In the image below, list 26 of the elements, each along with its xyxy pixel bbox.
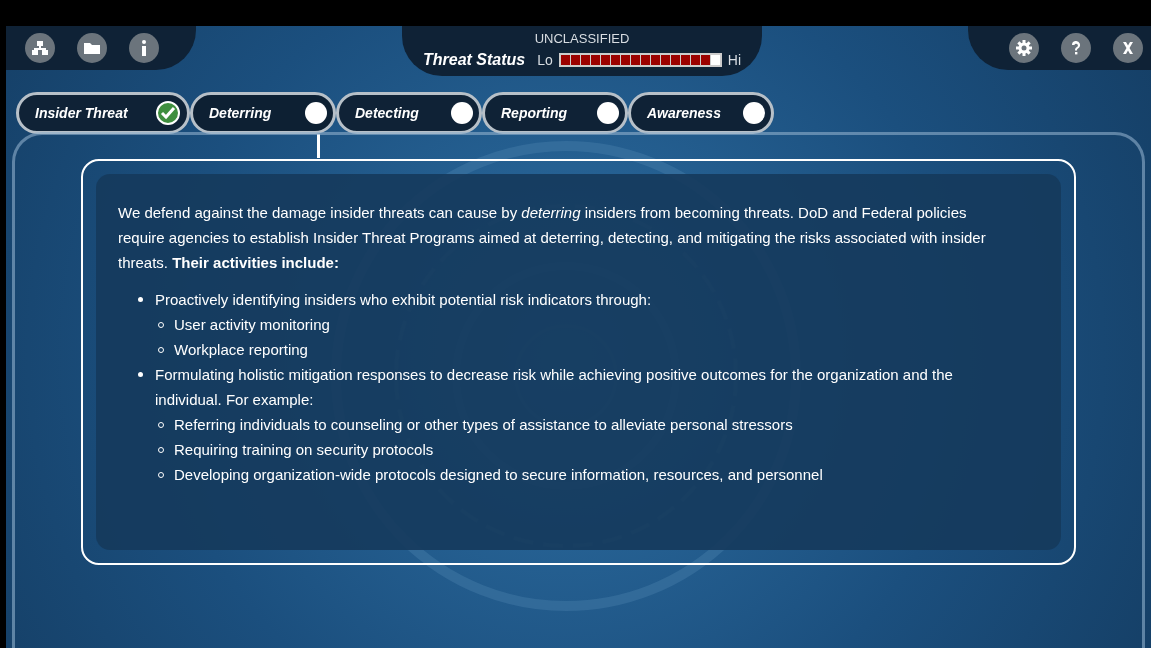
sub-bullet-text: Developing organization-wide protocols designed to secure information, resources, and personnel <box>174 465 823 485</box>
bullet-icon <box>138 297 143 302</box>
bullet-text: Proactively identifying insiders who exhibit potential risk indicators through: <box>155 290 652 310</box>
bullet-icon <box>138 372 143 377</box>
sub-bullet-text: Workplace reporting <box>174 340 308 360</box>
help-icon[interactable] <box>1061 33 1091 63</box>
step-tab[interactable]: Insider Threat <box>16 92 190 134</box>
high-label: Hi <box>727 50 742 70</box>
sub-bullet-text: Requiring training on security protocols <box>174 440 434 460</box>
step-tab[interactable]: Awareness <box>628 92 774 134</box>
check-icon <box>155 100 181 126</box>
low-label: Lo <box>537 50 553 70</box>
step-tab[interactable]: Detecting <box>336 92 482 134</box>
classification-label: UNCLASSIFIED <box>534 31 630 46</box>
close-icon[interactable] <box>1113 33 1143 63</box>
sub-bullet-text: User activity monitoring <box>174 315 330 335</box>
settings-icon[interactable] <box>1009 33 1039 63</box>
bullet-text: Formulating holistic mitigation responses to decrease risk while achieving positive outcomes for the organization and the individual. For example: <box>155 365 954 410</box>
intro-paragraph: We defend against the damage insider threats can cause by deterring insiders from becoming threats. DoD and Federal policies require agencies to establish Insider Threat Programs aimed at deterring, detecting, and mitigating the risks associated with insider threats. Their activities include: <box>118 203 987 273</box>
info-icon[interactable] <box>129 33 159 63</box>
threat-status-title: Threat Status <box>422 50 526 70</box>
folder-icon[interactable] <box>77 33 107 63</box>
step-tab[interactable]: Reporting <box>482 92 628 134</box>
step-tab[interactable]: Deterring <box>190 92 336 134</box>
sub-bullet-text: Referring individuals to counseling or other types of assistance to alleviate personal stressors <box>174 415 793 435</box>
sitemap-icon[interactable] <box>25 33 55 63</box>
